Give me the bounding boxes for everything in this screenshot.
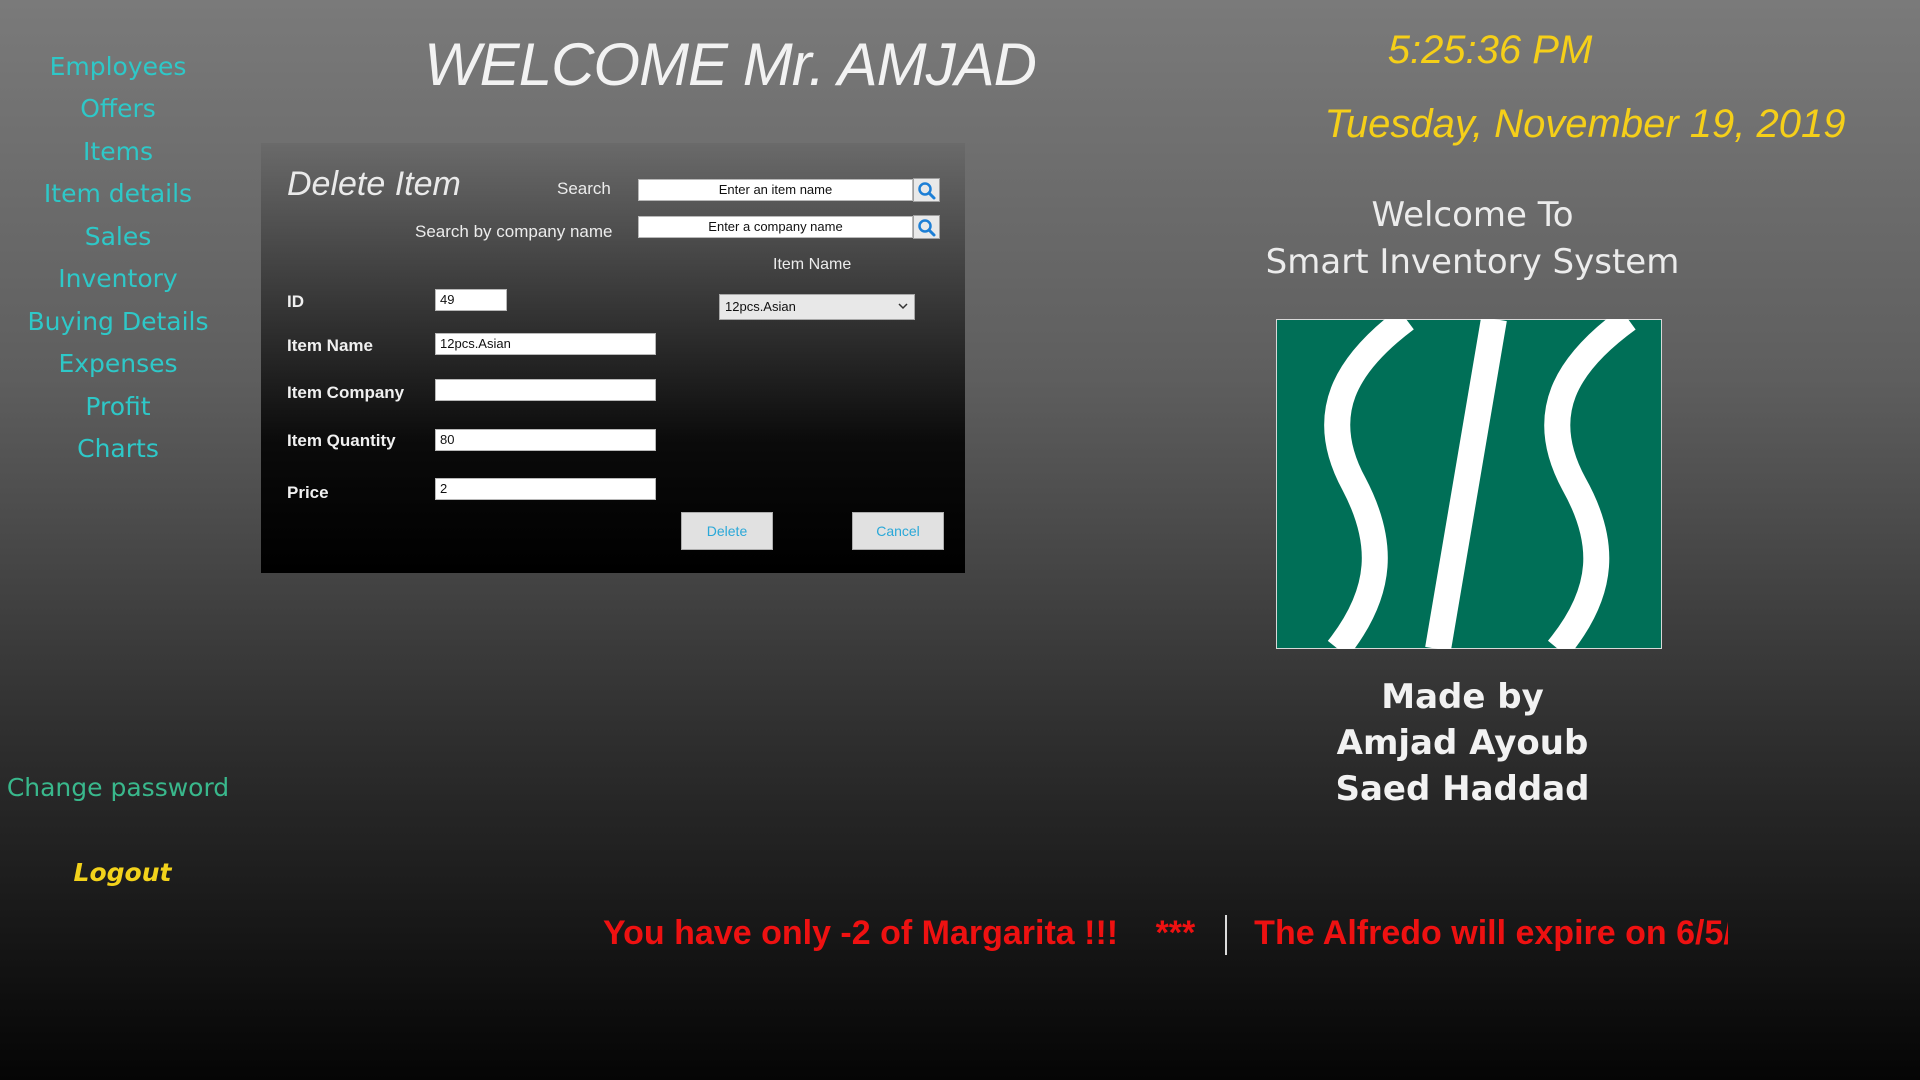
ticker-message-1: You have only -2 of Margarita !!! [603,914,1119,952]
cancel-button[interactable]: Cancel [852,512,944,550]
ticker-divider [1224,915,1227,956]
search-icon [918,182,936,200]
nav-item-details[interactable]: Item details [0,179,236,208]
nav-expenses[interactable]: Expenses [0,349,236,378]
item-company-label: Item Company [287,383,405,402]
logout-link[interactable]: Logout [0,858,245,887]
search-label: Search [557,179,611,198]
change-password-link[interactable]: Change password [0,773,236,802]
nav-profit[interactable]: Profit [0,392,236,421]
credits: Made by Amjad Ayoub Saed Haddad [1265,674,1660,812]
delete-button[interactable]: Delete [681,512,773,550]
item-search-button[interactable] [913,178,940,202]
made-by-label: Made by [1381,677,1544,717]
ticker-stars: *** [1155,914,1196,952]
welcome-title: WELCOME Mr. AMJAD [424,31,1037,98]
clock-time: 5:25:36 PM [1387,28,1593,72]
clock-date: Tuesday, November 19, 2019 [1324,102,1846,146]
item-name-dropdown[interactable]: 12pcs.Asian [719,294,915,320]
welcome-to-line2: Smart Inventory System [1265,242,1680,282]
price-label: Price [287,483,329,502]
id-label: ID [287,292,304,311]
id-field[interactable]: 49 [435,289,507,311]
nav-inventory[interactable]: Inventory [0,264,236,293]
panel-title: Delete Item [287,165,461,203]
price-field[interactable]: 2 [435,478,656,500]
author-2: Saed Haddad [1335,769,1590,809]
company-search-label: Search by company name [415,222,613,241]
nav-items[interactable]: Items [0,137,236,166]
author-1: Amjad Ayoub [1336,723,1589,763]
welcome-to-line1: Welcome To [1371,195,1574,235]
alert-ticker: You have only -2 of Margarita !!! *** Th… [603,914,1728,964]
nav-sales[interactable]: Sales [0,222,236,251]
nav-charts[interactable]: Charts [0,434,236,463]
item-search-input[interactable]: Enter an item name [638,179,913,201]
sis-logo [1276,319,1662,649]
chevron-down-icon [898,303,908,310]
item-name-dropdown-label: Item Name [773,256,852,273]
welcome-to-text: Welcome To Smart Inventory System [1225,192,1720,286]
delete-item-panel: Delete Item Search Enter an item name Se… [261,143,965,573]
company-search-button[interactable] [913,215,940,239]
ticker-message-2: The Alfredo will expire on 6/5/2 [1254,914,1728,952]
item-company-field[interactable] [435,379,656,401]
item-name-dropdown-value: 12pcs.Asian [725,299,796,314]
nav-employees[interactable]: Employees [0,52,236,81]
item-quantity-label: Item Quantity [287,431,396,450]
item-name-field[interactable]: 12pcs.Asian [435,333,656,355]
company-search-input[interactable]: Enter a company name [638,216,913,238]
item-quantity-field[interactable]: 80 [435,429,656,451]
item-name-label: Item Name [287,336,373,355]
nav-buying-details[interactable]: Buying Details [0,307,236,336]
search-icon [918,219,936,237]
nav-offers[interactable]: Offers [0,94,236,123]
